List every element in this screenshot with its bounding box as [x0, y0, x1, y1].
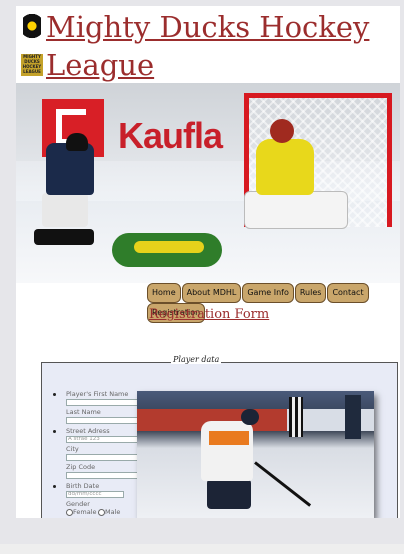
goalie-player	[256, 139, 314, 195]
player-legs	[42, 193, 88, 227]
player-pants	[207, 479, 251, 509]
logo[interactable]: MIGHTY DUCKS HOCKEY LEAGUE	[21, 14, 43, 76]
player-helmet	[66, 133, 88, 151]
birth-date-label: Birth Date	[66, 482, 100, 490]
site-title[interactable]: Mighty Ducks Hockey League	[46, 8, 386, 84]
gender-female-label: Female	[73, 508, 97, 516]
goalie-helmet	[270, 119, 294, 143]
player-jersey	[201, 421, 253, 481]
background-player	[345, 395, 361, 439]
goalie-pads	[244, 191, 348, 229]
zip-input[interactable]	[66, 472, 138, 479]
birth-date-input[interactable]: dd/mm/cccc	[66, 491, 124, 498]
list-bullet	[53, 430, 56, 433]
list-bullet	[53, 485, 56, 488]
last-name-input[interactable]	[66, 417, 138, 424]
nav-contact[interactable]: Contact	[327, 283, 369, 303]
referee	[289, 397, 303, 437]
nav-about[interactable]: About MDHL	[181, 283, 242, 303]
nav-game-info[interactable]: Game Info	[242, 283, 294, 303]
gender-male-label: Male	[105, 508, 121, 516]
player-action-photo	[137, 391, 374, 518]
street-label: Street Adress	[66, 427, 110, 435]
hero-image: Kaufla	[16, 83, 400, 283]
zip-label: Zip Code	[66, 463, 96, 471]
gender-female-radio[interactable]	[66, 509, 73, 516]
jersey-stripe	[209, 431, 249, 445]
nav-home[interactable]: Home	[147, 283, 181, 303]
player-skates	[34, 229, 94, 245]
player-helmet	[241, 409, 259, 425]
mighty-ducks-logo-icon	[23, 14, 41, 44]
first-name-label: Player's First Name	[66, 390, 129, 398]
page-heading[interactable]: Registration Form	[149, 307, 269, 322]
main-nav: Home About MDHL Game Info Rules Contact …	[147, 283, 400, 323]
nav-rules[interactable]: Rules	[294, 283, 327, 303]
window-bottom-bar	[0, 544, 404, 554]
list-bullet	[53, 393, 56, 396]
league-badge-icon: MIGHTY DUCKS HOCKEY LEAGUE	[21, 54, 43, 76]
street-input[interactable]: A strae 123	[66, 436, 138, 443]
fieldset-legend: Player data	[171, 355, 222, 364]
first-name-input[interactable]	[66, 399, 138, 406]
city-label: City	[66, 445, 79, 453]
sponsor-sign: Kaufla	[118, 115, 223, 156]
page-container: MIGHTY DUCKS HOCKEY LEAGUE Mighty Ducks …	[16, 6, 400, 518]
gender-label: Gender	[66, 500, 90, 508]
city-input[interactable]	[66, 454, 138, 461]
last-name-label: Last Name	[66, 408, 101, 416]
gender-male-radio[interactable]	[98, 509, 105, 516]
sliding-player-stripe	[134, 241, 204, 253]
hockey-stick	[254, 461, 312, 507]
